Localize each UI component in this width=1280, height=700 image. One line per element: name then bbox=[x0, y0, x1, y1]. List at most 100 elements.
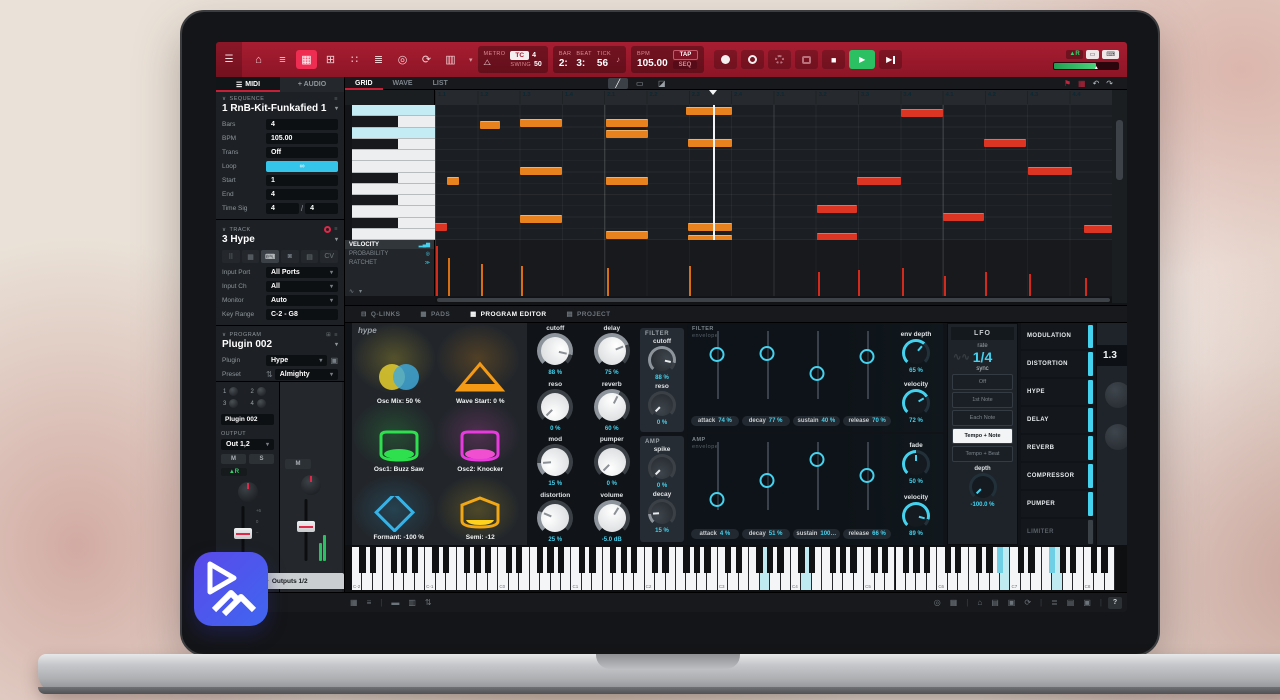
midi-note[interactable] bbox=[606, 231, 648, 239]
midi-note[interactable] bbox=[606, 130, 648, 138]
black-key[interactable] bbox=[756, 547, 763, 573]
black-key[interactable] bbox=[798, 547, 805, 573]
fx-knob-partial[interactable] bbox=[1105, 424, 1127, 450]
file-icon[interactable]: ▤ bbox=[991, 598, 999, 607]
knob-spike[interactable]: spike 0 % bbox=[646, 446, 678, 489]
envelope-slider[interactable] bbox=[847, 442, 887, 510]
black-key[interactable] bbox=[1090, 547, 1098, 573]
eraser-tool[interactable]: ◪ bbox=[652, 78, 672, 89]
piano-key-row[interactable] bbox=[352, 195, 435, 207]
pencil-tool[interactable]: ╱ bbox=[607, 77, 628, 89]
tc-value[interactable]: 4 bbox=[532, 52, 536, 59]
list-view-icon[interactable]: ≡ bbox=[367, 598, 372, 607]
musical-typing-icon[interactable]: ⌨ bbox=[1102, 49, 1119, 59]
black-key[interactable] bbox=[578, 547, 586, 573]
velocity-lane[interactable] bbox=[435, 240, 1112, 296]
plugin-mode-icon[interactable]: ◙ bbox=[281, 250, 299, 263]
black-key[interactable] bbox=[850, 547, 857, 573]
timesig-denominator[interactable]: 4 bbox=[305, 202, 339, 214]
pill-decay[interactable]: decay 77 % bbox=[741, 416, 790, 426]
timeline-ruler[interactable]: 1.1 1.2 1.3 1.4 2.1 2.2 2.3 2.4 3.1 3.2 3.3 3.4 4.1 4… bbox=[435, 90, 1112, 105]
black-key[interactable] bbox=[432, 547, 439, 573]
black-key[interactable] bbox=[1017, 547, 1025, 573]
midi-note[interactable] bbox=[1084, 225, 1112, 233]
envelope-slider[interactable] bbox=[697, 442, 737, 510]
midi-mode-icon[interactable]: ▤ bbox=[300, 250, 319, 263]
midi-note[interactable] bbox=[817, 205, 857, 213]
play-start-button[interactable]: ▶ bbox=[879, 50, 903, 69]
black-key[interactable] bbox=[996, 547, 1004, 573]
black-key[interactable] bbox=[777, 547, 784, 573]
program-header[interactable]: ∨ PROGRAM ⊞ ≡ bbox=[216, 328, 344, 339]
fx-knob-partial[interactable] bbox=[1105, 382, 1127, 408]
mute-button[interactable]: M bbox=[285, 459, 311, 469]
black-key[interactable] bbox=[505, 547, 512, 573]
velocity-foot-icons[interactable]: ∿ ▾ bbox=[349, 288, 362, 295]
envelope-slider[interactable] bbox=[747, 442, 787, 510]
region-icon[interactable]: ▦ bbox=[1078, 79, 1086, 88]
lfo-rate-value[interactable]: 1/4 bbox=[951, 349, 1014, 365]
pill-release[interactable]: release 70 % bbox=[843, 416, 891, 426]
preset-stepper-icon[interactable]: ⇅ bbox=[266, 370, 273, 379]
grid-view-icon[interactable]: ▦ bbox=[296, 50, 317, 69]
main-menu-button[interactable]: ☰ bbox=[216, 42, 242, 77]
black-key[interactable] bbox=[704, 547, 711, 573]
marquee-tool[interactable]: ▭ bbox=[630, 78, 650, 89]
velocity-stem[interactable] bbox=[818, 272, 820, 296]
metronome-icon[interactable]: ⧍ bbox=[484, 58, 491, 68]
track-input-ch-value[interactable]: All ▾ bbox=[266, 280, 338, 292]
black-key[interactable] bbox=[474, 547, 481, 573]
knob-fade[interactable]: fade 50 % bbox=[902, 442, 930, 485]
fx-enabled-led[interactable] bbox=[1087, 380, 1093, 404]
fx-enabled-led[interactable] bbox=[1087, 352, 1093, 376]
plugin-edit-icon[interactable]: ▣ bbox=[330, 356, 338, 365]
tab-grid[interactable]: GRID bbox=[345, 77, 383, 90]
fx-reverb[interactable]: REVERB bbox=[1021, 434, 1094, 462]
midi-note[interactable] bbox=[520, 215, 562, 223]
sequence-menu-icon[interactable]: ≡ bbox=[334, 96, 338, 102]
overdub-button[interactable] bbox=[741, 50, 765, 69]
midi-note[interactable] bbox=[943, 213, 984, 221]
formant-control[interactable]: Formant: -100 % bbox=[358, 473, 440, 541]
knob-delay[interactable]: delay 75 % bbox=[584, 323, 641, 379]
velocity-stem[interactable] bbox=[689, 266, 691, 296]
bank-view-icon[interactable]: ▥ bbox=[408, 598, 416, 607]
midi-note[interactable] bbox=[688, 223, 732, 231]
loop-icon[interactable]: ⟳ bbox=[416, 50, 437, 69]
tab-list[interactable]: LIST bbox=[423, 77, 458, 90]
beat-value[interactable]: 3: bbox=[576, 58, 585, 69]
box-icon[interactable]: ▣ bbox=[1083, 598, 1091, 607]
marker-icon[interactable]: ⚑ bbox=[1064, 79, 1071, 88]
history-icon[interactable]: ⟳ bbox=[1024, 598, 1031, 607]
pill-attack[interactable]: attack 4 % bbox=[691, 529, 739, 539]
track-monitor-value[interactable]: Auto ▾ bbox=[266, 294, 338, 306]
knob-cutoff[interactable]: cutoff 88 % bbox=[527, 323, 584, 379]
fx-compressor[interactable]: COMPRESSOR bbox=[1021, 462, 1094, 490]
mouse-mode-icon[interactable]: ▭ bbox=[1085, 49, 1100, 59]
velocity-stem[interactable] bbox=[607, 268, 609, 296]
fx-value-display[interactable]: 1.3 bbox=[1097, 345, 1127, 366]
black-key[interactable] bbox=[986, 547, 993, 573]
fx-enabled-led[interactable] bbox=[1087, 324, 1093, 348]
lane-ratchet[interactable]: RATCHET ≫ bbox=[345, 258, 434, 267]
knob-reso[interactable]: reso 0 % bbox=[646, 383, 678, 426]
home-icon[interactable]: ⌂ bbox=[977, 598, 982, 607]
redo-icon[interactable]: ↷ bbox=[1106, 79, 1113, 88]
black-key[interactable] bbox=[1059, 547, 1066, 573]
play-button[interactable]: ▶ bbox=[849, 50, 876, 69]
track-input-port-value[interactable]: All Ports ▾ bbox=[266, 266, 338, 278]
seq-end-value[interactable]: 4 bbox=[266, 188, 338, 200]
step-sequencer-icon[interactable]: ∷ bbox=[344, 50, 365, 69]
fx-enabled-led[interactable] bbox=[1087, 436, 1093, 460]
knob-env-depth[interactable]: env depth 65 % bbox=[900, 331, 932, 374]
timesig-numerator[interactable]: 4 bbox=[266, 202, 299, 214]
envelope-slider[interactable] bbox=[697, 331, 737, 399]
piano-roll-grid[interactable] bbox=[435, 105, 1112, 240]
knob-reso[interactable]: reso 0 % bbox=[527, 379, 584, 435]
automation-read-icon[interactable]: ▲R bbox=[1066, 49, 1083, 59]
qlink-knob-1[interactable]: 1 bbox=[223, 387, 245, 396]
black-key[interactable] bbox=[944, 547, 951, 573]
black-key[interactable] bbox=[923, 547, 931, 573]
loop-toggle[interactable]: ∞ bbox=[266, 160, 338, 172]
outputs-tab[interactable]: ★Outputs 1/2 bbox=[258, 573, 344, 589]
